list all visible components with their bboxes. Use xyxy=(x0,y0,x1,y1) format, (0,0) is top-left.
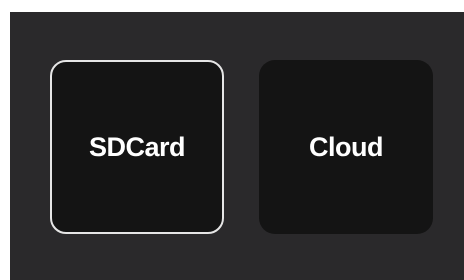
storage-selector-panel: SDCard Cloud xyxy=(10,12,464,280)
sdcard-option-label: SDCard xyxy=(88,131,186,162)
cloud-option-label: Cloud xyxy=(309,131,383,162)
cloud-option-button[interactable]: Cloud xyxy=(259,60,433,234)
sdcard-option-button[interactable]: SDCard xyxy=(50,60,224,234)
